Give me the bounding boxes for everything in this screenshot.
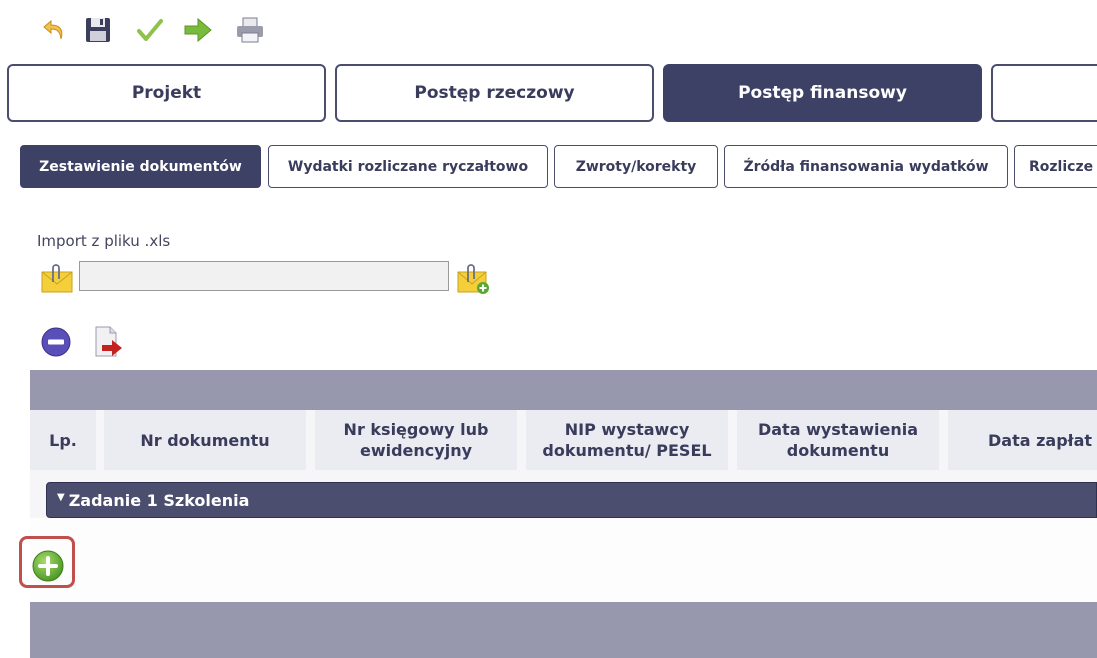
column-header-data-zaplaty: Data zapłat [948,410,1097,470]
subtab-zwroty-korekty[interactable]: Zwroty/korekty [554,145,718,188]
column-header-data-wystawienia: Data wystawienia dokumentu [737,410,939,470]
import-label: Import z pliku .xls [37,232,171,250]
table-header-bar [30,370,1097,410]
undo-icon[interactable] [38,12,74,48]
remove-icon[interactable] [40,326,72,358]
column-header-nr-ksiegowy: Nr księgowy lub ewidencyjny [315,410,517,470]
tab-postep-rzeczowy[interactable]: Postęp rzeczowy [335,64,654,122]
group-row-zadanie[interactable]: ▼ Zadanie 1 Szkolenia [46,482,1097,518]
subtab-wydatki-ryczaltowo[interactable]: Wydatki rozliczane ryczałtowo [268,145,548,188]
print-icon[interactable] [232,12,268,48]
table-footer-bar [30,602,1097,658]
table-body [30,518,1097,602]
save-icon[interactable] [80,12,116,48]
column-header-lp: Lp. [30,410,96,470]
subtab-rozliczenie[interactable]: Rozlicze [1014,145,1097,188]
group-row-label: Zadanie 1 Szkolenia [68,490,250,510]
subtab-zestawienie-dokumentow[interactable]: Zestawienie dokumentów [20,145,261,188]
column-header-nip-pesel: NIP wystawcy dokumentu/ PESEL [526,410,728,470]
tab-next[interactable] [991,64,1097,122]
tab-postep-finansowy[interactable]: Postęp finansowy [663,64,982,122]
subtab-zrodla-finansowania[interactable]: Źródła finansowania wydatków [724,145,1008,188]
column-header-nr-dokumentu: Nr dokumentu [104,410,306,470]
import-file-field[interactable] [79,261,449,291]
import-file-add-icon[interactable] [456,262,492,296]
tab-projekt[interactable]: Projekt [7,64,326,122]
caret-down-icon: ▼ [57,491,65,503]
add-row-highlight [19,536,75,588]
export-icon[interactable] [92,324,126,360]
submit-icon[interactable] [180,12,216,48]
attach-file-icon[interactable] [40,262,74,294]
validate-icon[interactable] [132,12,168,48]
